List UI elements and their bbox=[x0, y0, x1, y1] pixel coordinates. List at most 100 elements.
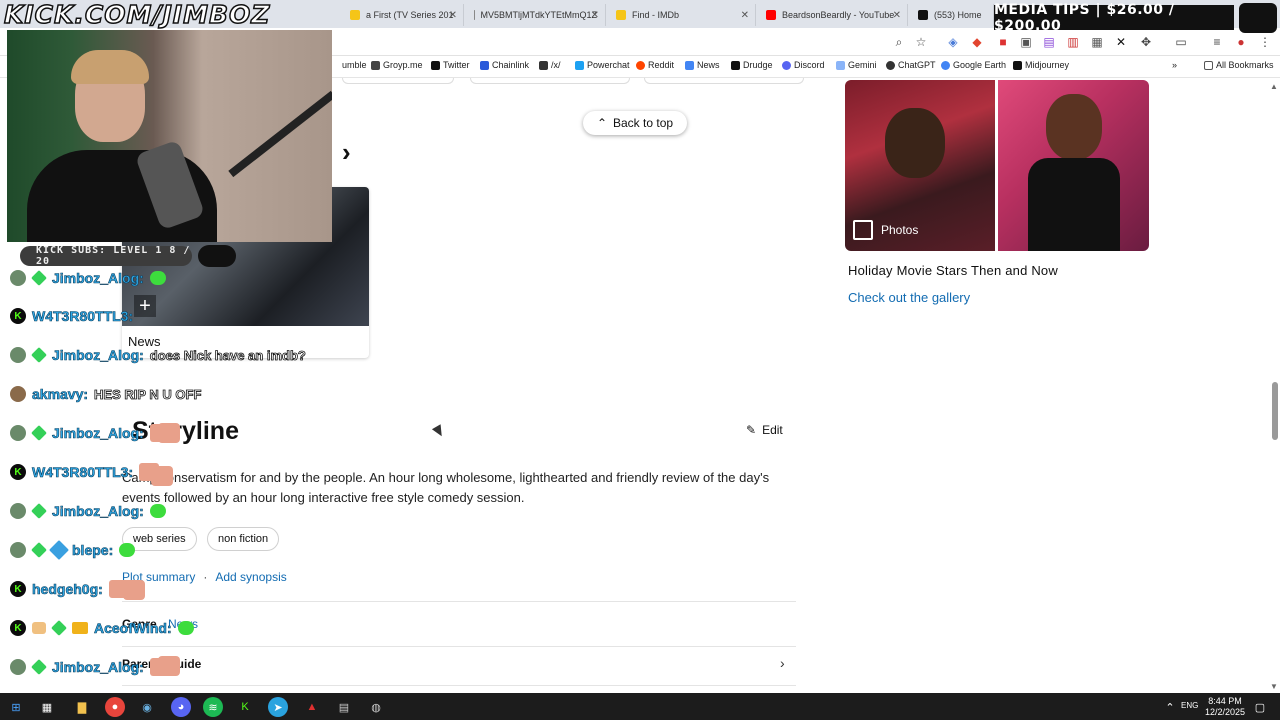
app-icon[interactable]: ▲ bbox=[302, 697, 322, 717]
stream-chat: Jimboz_Alog: K W4T3R80TTL3: Jimboz_Alog: doe… bbox=[10, 266, 350, 686]
tab-find-imdb[interactable]: Find - IMDb ✕ bbox=[608, 4, 756, 26]
adblock-icon[interactable]: ■ bbox=[996, 35, 1010, 49]
subscriber-badge-icon bbox=[31, 270, 47, 286]
spotify-icon[interactable]: ≋ bbox=[203, 697, 223, 717]
gallery-title: Holiday Movie Stars Then and Now bbox=[848, 263, 1058, 278]
tab-image[interactable]: MV5BMTljMTdkYTEtMmQ1Z ✕ bbox=[466, 4, 606, 26]
bookmark-chainlink[interactable]: Chainlink bbox=[480, 60, 529, 70]
language-indicator[interactable]: ENG bbox=[1181, 701, 1198, 710]
task-view-icon[interactable]: ▦ bbox=[37, 697, 57, 717]
sword-badge-icon bbox=[49, 540, 69, 560]
bookmark-label: News bbox=[697, 60, 720, 70]
midjourney-icon bbox=[1013, 60, 1022, 70]
subscriber-badge-icon bbox=[51, 620, 67, 636]
tab-label: (553) Home bbox=[934, 10, 982, 20]
notification-icon[interactable]: ▢ bbox=[1250, 697, 1270, 717]
subscriber-badge-icon bbox=[31, 347, 47, 363]
close-tab-icon[interactable]: ✕ bbox=[893, 10, 901, 21]
profile-avatar-icon[interactable]: ● bbox=[1234, 35, 1248, 49]
bookmark-news[interactable]: News bbox=[685, 60, 720, 70]
edit-storyline-button[interactable]: ✎ Edit bbox=[746, 423, 783, 437]
tab-label: MV5BMTljMTdkYTEtMmQ1Z bbox=[480, 10, 597, 20]
page-scrollbar-thumb[interactable] bbox=[1272, 382, 1278, 440]
subscriber-badge-icon bbox=[31, 503, 47, 519]
bookmark-twitter[interactable]: Twitter bbox=[431, 60, 470, 70]
double-chevron-icon: » bbox=[1172, 60, 1178, 70]
scroll-up-icon[interactable]: ▲ bbox=[1270, 82, 1278, 91]
bookmark-label: Google Earth bbox=[953, 60, 1007, 70]
card-edge-fragment bbox=[470, 78, 630, 84]
photo-gallery-card[interactable]: Photos bbox=[845, 80, 1149, 251]
tab-youtube[interactable]: BeardsonBeardly - YouTube ✕ bbox=[758, 4, 908, 26]
chevron-up-icon: ⌃ bbox=[596, 116, 607, 130]
app-icon[interactable]: ▤ bbox=[334, 697, 354, 717]
bookmark-powerchat[interactable]: Powerchat bbox=[575, 60, 630, 70]
cast-icon[interactable]: ▭ bbox=[1174, 35, 1188, 49]
extension-icon[interactable]: ▥ bbox=[1066, 35, 1080, 49]
bookmark-midjourney[interactable]: Midjourney bbox=[1013, 60, 1069, 70]
more-vert-icon[interactable]: ⋮ bbox=[1258, 35, 1272, 49]
bookmark-gemini[interactable]: Gemini bbox=[836, 60, 877, 70]
chat-message: Jimboz_Alog: does Nick have an imdb? bbox=[10, 343, 306, 367]
gallery-link[interactable]: Check out the gallery bbox=[848, 290, 970, 305]
green-blob-emote-icon bbox=[119, 543, 136, 557]
windows-start-icon[interactable]: ⊞ bbox=[6, 697, 26, 717]
google-earth-icon bbox=[941, 60, 950, 70]
file-explorer-icon[interactable]: ▇ bbox=[72, 697, 92, 717]
telegram-icon[interactable]: ➤ bbox=[268, 697, 288, 717]
chevron-right-icon[interactable]: › bbox=[780, 655, 785, 671]
bookmark-discord[interactable]: Discord bbox=[782, 60, 825, 70]
tab-x-home[interactable]: (553) Home bbox=[910, 4, 994, 26]
bookmark-star-icon[interactable]: ☆ bbox=[914, 35, 928, 49]
discord-taskbar-icon[interactable]: ◕ bbox=[171, 697, 191, 717]
taskbar-clock[interactable]: 8:44 PM 12/2/2025 bbox=[1200, 696, 1250, 718]
bookmark-groyp[interactable]: Groyp.me bbox=[371, 60, 423, 70]
bookmark-reddit[interactable]: Reddit bbox=[636, 60, 674, 70]
extension-icon[interactable]: ◈ bbox=[946, 35, 960, 49]
tab-imdb-series[interactable]: a First (TV Series 201 ✕ bbox=[342, 4, 464, 26]
extension-icon[interactable]: ▤ bbox=[1042, 35, 1056, 49]
extension-icon[interactable]: ▣ bbox=[1019, 35, 1033, 49]
back-to-top-button[interactable]: ⌃ Back to top bbox=[583, 111, 687, 135]
stream-logo-icon bbox=[1239, 3, 1277, 33]
scroll-down-icon[interactable]: ▼ bbox=[1270, 682, 1278, 691]
bookmark-label: /x/ bbox=[551, 60, 561, 70]
bookmark-google-earth[interactable]: Google Earth bbox=[941, 60, 1006, 70]
menu-lines-icon[interactable]: ≡ bbox=[1210, 35, 1224, 49]
bookmark-drudge[interactable]: Drudge bbox=[731, 60, 773, 70]
bookmark-x-board[interactable]: /x/ bbox=[539, 60, 561, 70]
tray-chevron-icon[interactable]: ⌃ bbox=[1160, 697, 1180, 717]
chat-message: blepe: bbox=[10, 538, 136, 562]
user-avatar-icon bbox=[10, 542, 26, 558]
close-tab-icon[interactable]: ✕ bbox=[591, 10, 599, 21]
app-icon[interactable]: ◍ bbox=[366, 697, 386, 717]
bookmark-chatgpt[interactable]: ChatGPT bbox=[886, 60, 936, 70]
bookmarks-overflow-button[interactable]: » bbox=[1172, 60, 1177, 70]
windows-taskbar: ⊞ ▦ ▇ ● ◉ ◕ ≋ K ➤ ▲ ▤ ◍ ⌃ ▢ bbox=[0, 693, 1280, 720]
webcam-feed bbox=[7, 30, 332, 242]
gallery-photo-right bbox=[998, 80, 1149, 251]
kick-icon[interactable]: K bbox=[235, 697, 255, 717]
puzzle-icon[interactable]: ✥ bbox=[1139, 35, 1153, 49]
chat-text: HES RIP N U OFF bbox=[94, 386, 202, 402]
chat-message: Jimboz_Alog: bbox=[10, 499, 166, 523]
tab-label: Find - IMDb bbox=[632, 10, 680, 20]
chat-username: Jimboz_Alog: bbox=[52, 347, 144, 364]
zoom-icon[interactable]: ⌕ bbox=[892, 35, 906, 49]
bookmark-label: Reddit bbox=[648, 60, 675, 70]
pencil-icon: ✎ bbox=[746, 423, 757, 437]
bookmark-rumble[interactable]: umble bbox=[342, 60, 367, 70]
user-avatar-icon bbox=[10, 503, 26, 519]
extension-icon[interactable]: ▦ bbox=[1090, 35, 1104, 49]
metamask-icon[interactable]: ◆ bbox=[970, 35, 984, 49]
steam-icon[interactable]: ◉ bbox=[137, 697, 157, 717]
x-extension-icon[interactable]: ✕ bbox=[1114, 35, 1128, 49]
carousel-next-icon[interactable]: › bbox=[342, 137, 351, 168]
bookmark-label: ChatGPT bbox=[898, 60, 936, 70]
close-tab-icon[interactable]: ✕ bbox=[449, 10, 457, 21]
user-avatar-icon bbox=[10, 347, 26, 363]
close-tab-icon[interactable]: ✕ bbox=[741, 10, 749, 21]
all-bookmarks-button[interactable]: All Bookmarks bbox=[1204, 60, 1274, 70]
chrome-icon[interactable]: ● bbox=[105, 697, 125, 717]
chat-emote-face bbox=[158, 423, 180, 443]
